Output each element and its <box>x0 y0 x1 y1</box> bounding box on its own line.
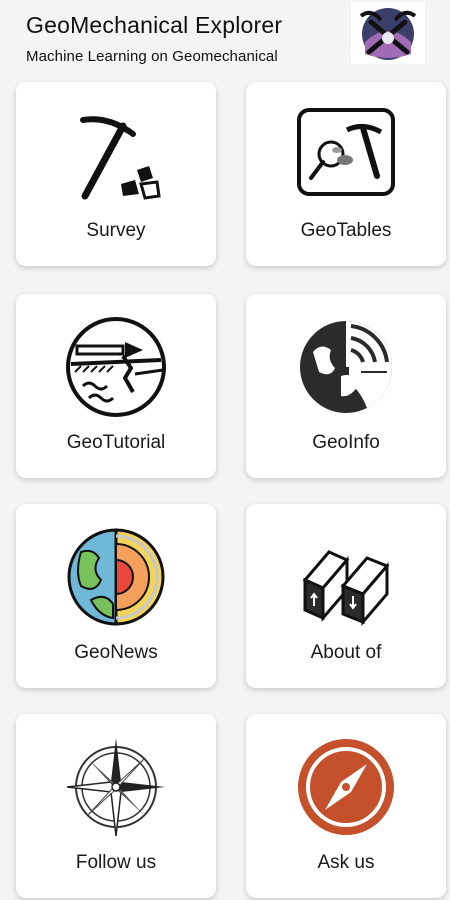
app-title: GeoMechanical Explorer <box>26 12 283 38</box>
compass-rose-icon <box>66 738 165 837</box>
ask-us-label: Ask us <box>317 852 375 873</box>
geonews-card[interactable]: GeoNews <box>16 504 216 688</box>
app-header: GeoMechanical Explorer Machine Learning … <box>0 0 450 72</box>
geoinfo-label: GeoInfo <box>312 432 380 453</box>
geotables-card[interactable]: GeoTables <box>246 82 446 266</box>
geoinfo-card[interactable]: GeoInfo <box>246 294 446 478</box>
pickaxe-logo-icon <box>351 2 425 64</box>
app-subtitle: Machine Learning on Geomechanical <box>26 48 278 65</box>
globe-signal-icon <box>300 321 393 413</box>
about-card[interactable]: About of <box>246 504 446 688</box>
geonews-label: GeoNews <box>74 642 158 663</box>
magnifier-pickaxe-icon <box>297 108 395 196</box>
pickaxe-rocks-icon <box>80 116 161 200</box>
about-label: About of <box>310 642 382 663</box>
earth-core-icon <box>67 528 165 626</box>
follow-us-card[interactable]: Follow us <box>16 714 216 898</box>
compass-needle-icon <box>298 739 394 835</box>
geotutorial-card[interactable]: GeoTutorial <box>16 294 216 478</box>
ask-us-card[interactable]: Ask us <box>246 714 446 898</box>
survey-label: Survey <box>86 220 146 241</box>
fault-layers-icon <box>66 317 166 417</box>
survey-card[interactable]: Survey <box>16 82 216 266</box>
fault-blocks-icon <box>302 550 390 627</box>
geotables-label: GeoTables <box>300 220 392 241</box>
follow-us-label: Follow us <box>75 852 157 873</box>
geotutorial-label: GeoTutorial <box>66 432 166 453</box>
